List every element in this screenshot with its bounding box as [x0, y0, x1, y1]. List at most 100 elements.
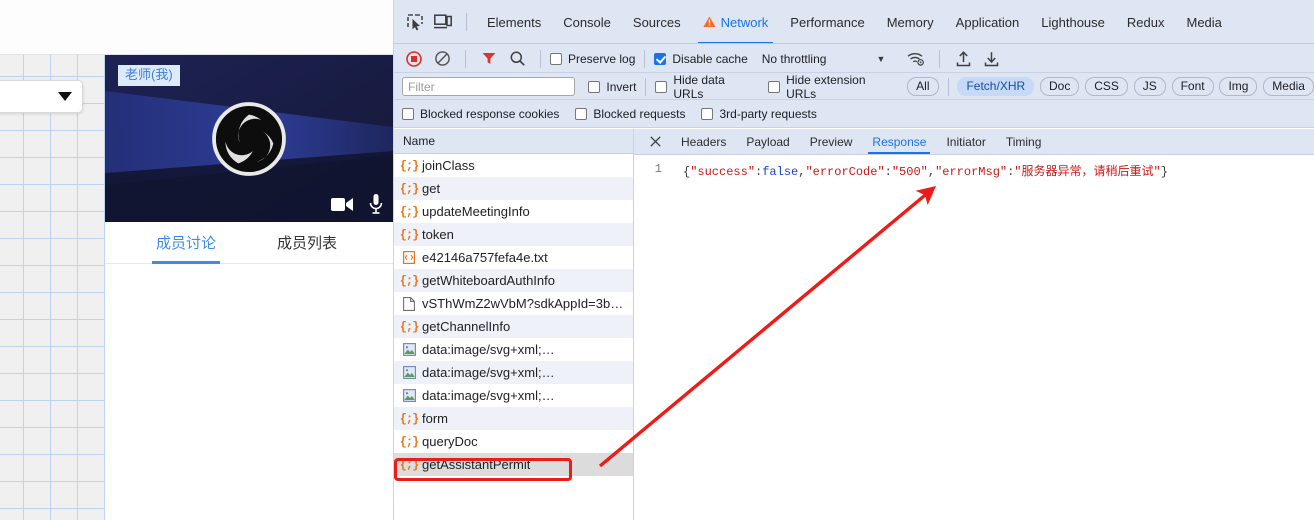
tab-label: Sources	[632, 14, 681, 30]
tab-elements[interactable]: Elements	[476, 1, 552, 44]
checkbox-box	[655, 80, 668, 93]
invert-checkbox[interactable]: Invert	[588, 80, 636, 94]
request-row[interactable]: {;} getChannelInfo	[394, 315, 633, 338]
throttling-select[interactable]: No throttling	[762, 52, 827, 66]
filter-pill-js[interactable]: JS	[1133, 77, 1166, 96]
filter-icon[interactable]	[475, 45, 503, 73]
detail-tab-payload[interactable]: Payload	[736, 129, 799, 154]
detail-tab-preview[interactable]: Preview	[800, 129, 863, 154]
download-har-icon[interactable]	[977, 45, 1005, 73]
toolbar-divider	[466, 13, 467, 31]
disable-cache-checkbox[interactable]: Disable cache	[654, 51, 748, 66]
request-row[interactable]: vSThWmZ2wVbM?sdkAppId=3b…	[394, 292, 633, 315]
tab-redux[interactable]: Redux	[1116, 1, 1176, 44]
request-row[interactable]: {;} getWhiteboardAuthInfo	[394, 269, 633, 292]
chevron-down-icon	[58, 92, 72, 101]
checkbox-box	[402, 108, 414, 120]
close-icon[interactable]	[640, 129, 671, 154]
whiteboard-page-dropdown[interactable]	[0, 80, 83, 113]
tab-network[interactable]: Network	[692, 1, 780, 44]
filter-pill-css[interactable]: CSS	[1085, 77, 1128, 96]
toolbar-divider	[540, 49, 541, 68]
json-token: "500"	[891, 165, 928, 179]
request-name: get	[422, 181, 441, 196]
request-row[interactable]: {;} getAssistantPermit	[394, 453, 633, 476]
devtools-tab-bar: Elements Console Sources Network Perform…	[394, 0, 1314, 44]
blocked-response-cookies-label: Blocked response cookies	[420, 107, 560, 121]
inspect-element-icon[interactable]	[401, 8, 429, 36]
request-row[interactable]: {;} form	[394, 407, 633, 430]
detail-tab-headers[interactable]: Headers	[671, 129, 736, 154]
toolbar-divider	[465, 49, 466, 68]
tab-application[interactable]: Application	[945, 1, 1031, 44]
tab-label: Application	[955, 14, 1020, 30]
request-row[interactable]: data:image/svg+xml;…	[394, 338, 633, 361]
tab-label: Performance	[790, 14, 865, 30]
filter-pill-all[interactable]: All	[907, 77, 939, 96]
upload-har-icon[interactable]	[949, 45, 977, 73]
tab-sources[interactable]: Sources	[622, 1, 692, 44]
tab-label: Network	[720, 14, 769, 30]
checkbox-box	[550, 52, 562, 65]
blocked-requests-checkbox[interactable]: Blocked requests	[575, 107, 685, 121]
request-row[interactable]: {;} token	[394, 223, 633, 246]
tab-label: Console	[563, 14, 611, 30]
json-token: :	[884, 165, 892, 179]
tab-media[interactable]: Media	[1175, 1, 1232, 44]
detail-tab-timing[interactable]: Timing	[996, 129, 1052, 154]
request-row[interactable]: {;} get	[394, 177, 633, 200]
disable-cache-label: Disable cache	[672, 51, 748, 66]
json-icon: {;}	[399, 457, 420, 472]
image-icon	[402, 366, 416, 380]
video-tile[interactable]: 老师(我)	[105, 55, 393, 222]
request-name: data:image/svg+xml;…	[422, 342, 555, 357]
chevron-down-icon[interactable]: ▼	[876, 54, 885, 64]
preserve-log-checkbox[interactable]: Preserve log	[550, 52, 635, 66]
filter-pill-img[interactable]: Img	[1219, 77, 1258, 96]
hide-data-urls-checkbox[interactable]: Hide data URLs	[655, 73, 755, 101]
network-toolbar: Preserve log Disable cache No throttling…	[394, 44, 1314, 73]
camera-icon[interactable]	[331, 196, 353, 213]
detail-tab-initiator[interactable]: Initiator	[936, 129, 995, 154]
third-party-requests-checkbox[interactable]: 3rd-party requests	[701, 107, 817, 121]
json-token: ,	[927, 165, 936, 179]
tab-memory[interactable]: Memory	[876, 1, 945, 44]
tab-member-discussion[interactable]: 成员讨论	[152, 222, 221, 264]
column-header-name: Name	[403, 134, 436, 148]
member-discussion-area[interactable]	[105, 264, 393, 520]
filter-pill-media[interactable]: Media	[1263, 77, 1314, 96]
request-row[interactable]: {;} queryDoc	[394, 430, 633, 453]
image-icon	[402, 343, 416, 357]
request-row[interactable]: e42146a757fefa4e.txt	[394, 246, 633, 269]
clear-network-log-icon[interactable]	[428, 45, 456, 73]
checkbox-box	[701, 108, 714, 120]
warning-icon	[703, 16, 716, 27]
blocked-response-cookies-checkbox[interactable]: Blocked response cookies	[402, 107, 559, 121]
request-list-panel: Name {;} joinClass {;} get {;} updateMeetingI…	[394, 129, 634, 520]
search-icon[interactable]	[503, 45, 531, 73]
member-tabs: 成员讨论 成员列表	[105, 222, 393, 264]
request-row[interactable]: {;} updateMeetingInfo	[394, 200, 633, 223]
tab-performance[interactable]: Performance	[779, 1, 875, 44]
device-toolbar-icon[interactable]	[429, 8, 457, 36]
tab-member-list[interactable]: 成员列表	[273, 222, 341, 264]
detail-tab-response[interactable]: Response	[862, 129, 936, 154]
record-stop-icon[interactable]	[400, 45, 428, 73]
filter-pill-font[interactable]: Font	[1171, 77, 1214, 96]
request-name: e42146a757fefa4e.txt	[422, 250, 548, 265]
filter-pill-fetch-xhr[interactable]: Fetch/XHR	[957, 77, 1035, 96]
response-body[interactable]: 1 {"success":false,"errorCode":"500","er…	[634, 155, 1314, 179]
hide-extension-urls-checkbox[interactable]: Hide extension URLs	[768, 73, 895, 101]
wifi-settings-icon[interactable]	[902, 45, 930, 73]
filter-input[interactable]	[402, 77, 575, 96]
json-icon: {;}	[399, 319, 420, 334]
request-name: updateMeetingInfo	[422, 204, 530, 219]
request-row[interactable]: {;} joinClass	[394, 154, 633, 177]
filter-pill-doc[interactable]: Doc	[1040, 77, 1080, 96]
microphone-icon[interactable]	[369, 194, 383, 214]
request-row[interactable]: data:image/svg+xml;…	[394, 384, 633, 407]
whiteboard-canvas[interactable]	[0, 55, 105, 520]
tab-console[interactable]: Console	[552, 1, 622, 44]
tab-lighthouse[interactable]: Lighthouse	[1030, 1, 1116, 44]
request-row[interactable]: data:image/svg+xml;…	[394, 361, 633, 384]
